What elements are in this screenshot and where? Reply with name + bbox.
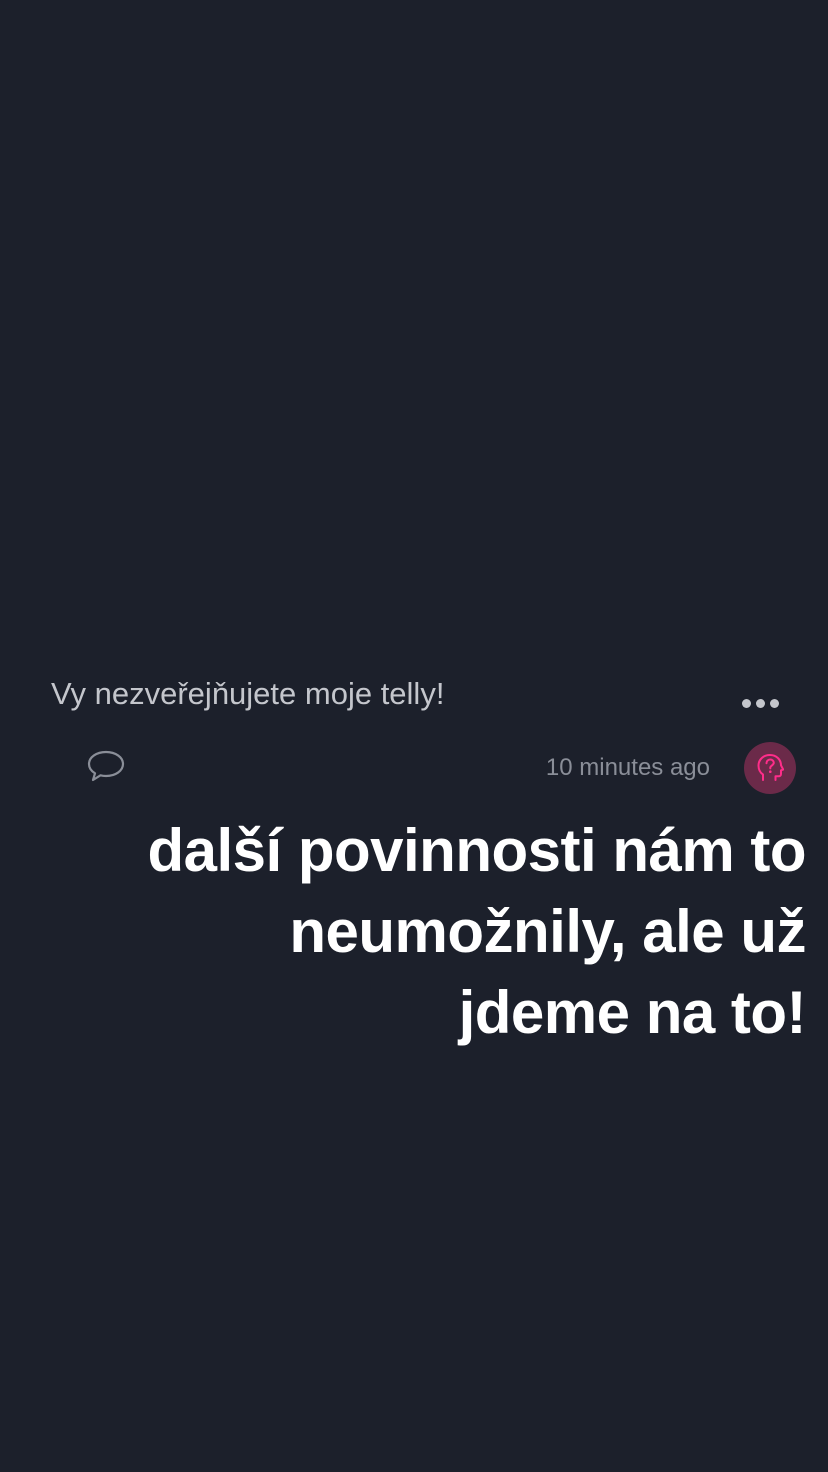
- answer-text: další povinnosti nám to neumožnily, ale …: [86, 810, 806, 1053]
- avatar[interactable]: [744, 742, 796, 794]
- answer-line: jdeme na to!: [458, 979, 807, 1046]
- comment-button[interactable]: [86, 748, 126, 784]
- timestamp: 10 minutes ago: [545, 754, 710, 781]
- answer-line: neumožnily, ale už: [289, 898, 806, 965]
- comment-bubble-icon: [87, 750, 125, 782]
- more-dots-icon: [741, 698, 751, 708]
- more-options-button[interactable]: [735, 692, 785, 714]
- answer-line: další povinnosti nám to: [147, 817, 806, 884]
- more-dots-icon: [769, 698, 779, 708]
- anonymous-head-question-icon: [757, 754, 784, 781]
- question-text: Vy nezveřejňujete moje telly!: [51, 676, 445, 711]
- more-dots-icon: [755, 698, 765, 708]
